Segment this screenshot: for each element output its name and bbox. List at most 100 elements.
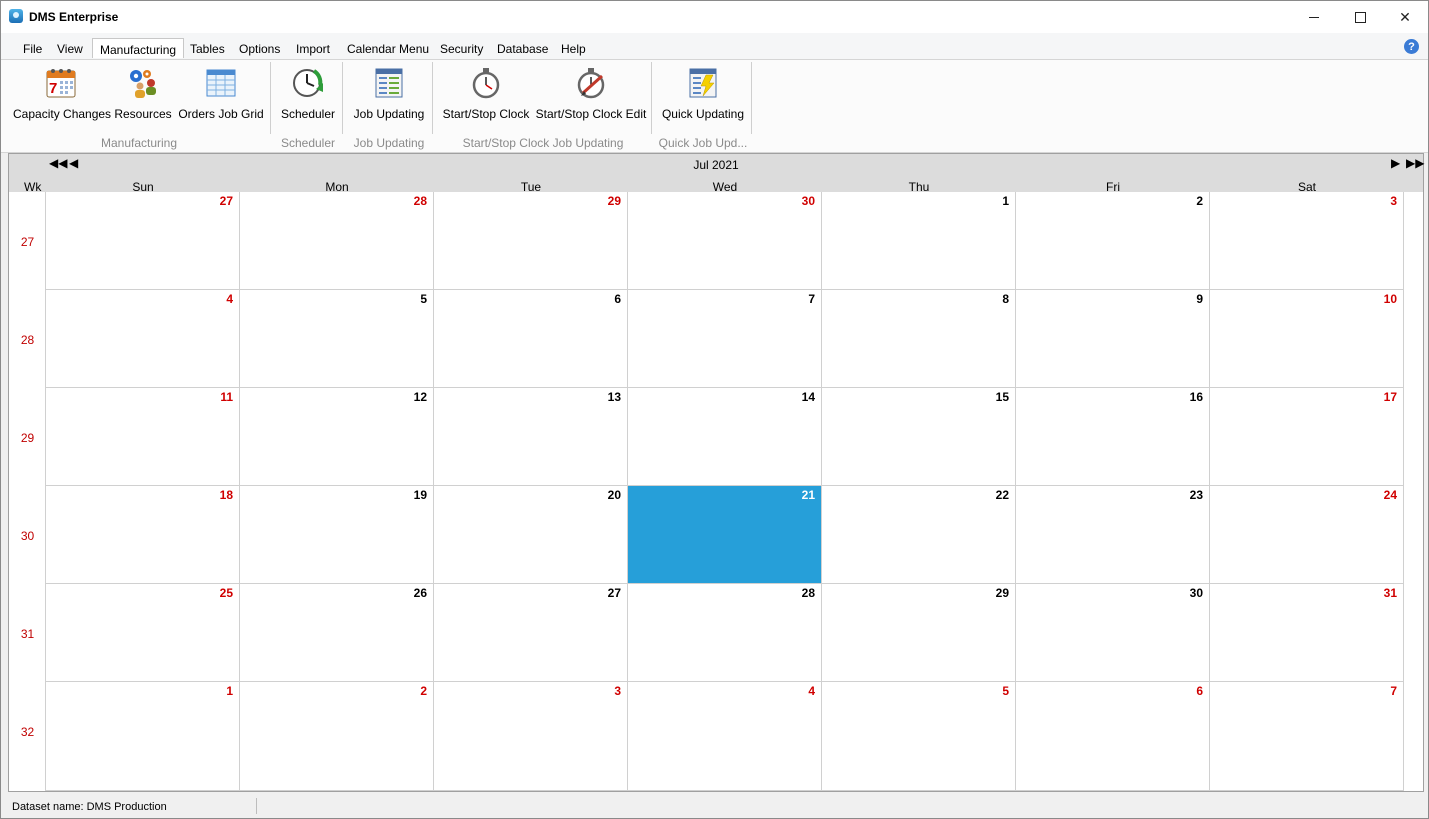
- day-number: 3: [1390, 194, 1397, 208]
- minimize-button[interactable]: [1291, 1, 1337, 33]
- day-number: 6: [1196, 684, 1203, 698]
- start-stop-clock-edit-label: Start/Stop Clock Edit: [535, 107, 647, 121]
- day-cell[interactable]: 7: [628, 290, 822, 388]
- day-cell[interactable]: 31: [1210, 584, 1404, 682]
- menu-security[interactable]: Security: [440, 42, 483, 56]
- next-month-icon[interactable]: ▶: [1391, 156, 1400, 170]
- day-cell[interactable]: 28: [628, 584, 822, 682]
- job-updating-button[interactable]: Job Updating: [349, 60, 429, 136]
- day-number: 25: [219, 586, 233, 600]
- start-stop-clock-label: Start/Stop Clock: [442, 107, 530, 121]
- menu-view[interactable]: View: [57, 42, 83, 56]
- day-cell[interactable]: 16: [1016, 388, 1210, 486]
- day-cell[interactable]: 30: [1016, 584, 1210, 682]
- day-cell[interactable]: 11: [46, 388, 240, 486]
- start-stop-clock-edit-button[interactable]: Start/Stop Clock Edit: [535, 60, 647, 136]
- scheduler-clock-icon: [293, 69, 323, 97]
- orders-job-grid-label: Orders Job Grid: [178, 107, 264, 121]
- menu-calendar[interactable]: Calendar Menu: [347, 42, 429, 56]
- day-cell[interactable]: 13: [434, 388, 628, 486]
- day-cell[interactable]: 6: [434, 290, 628, 388]
- day-cell[interactable]: 14: [628, 388, 822, 486]
- week-number: 31: [20, 627, 35, 641]
- group-separator: [651, 62, 652, 134]
- prev-year-icon[interactable]: ◀◀: [49, 156, 67, 170]
- day-number: 18: [219, 488, 233, 502]
- scheduler-button[interactable]: Scheduler: [277, 60, 339, 136]
- day-number: 7: [1390, 684, 1397, 698]
- menu-import[interactable]: Import: [296, 42, 330, 56]
- stopwatch-icon: [472, 68, 500, 99]
- window-title: DMS Enterprise: [29, 10, 119, 24]
- day-cell[interactable]: 25: [46, 584, 240, 682]
- capacity-changes-button[interactable]: 7 Capacity Changes: [13, 60, 111, 136]
- day-number: 22: [995, 488, 1009, 502]
- menu-help[interactable]: Help: [561, 42, 586, 56]
- day-number: 28: [801, 586, 815, 600]
- menu-manufacturing[interactable]: Manufacturing: [92, 38, 185, 58]
- orders-job-grid-button[interactable]: Orders Job Grid: [177, 60, 265, 136]
- day-cell[interactable]: 7: [1210, 682, 1404, 791]
- calendar-icon-day: 7: [49, 80, 57, 97]
- day-cell[interactable]: 15: [822, 388, 1016, 486]
- day-number: 31: [1383, 586, 1397, 600]
- day-cell[interactable]: 29: [434, 192, 628, 290]
- close-button[interactable]: ✕: [1382, 1, 1428, 33]
- day-cell[interactable]: 20: [434, 486, 628, 584]
- week-number: 27: [20, 235, 35, 249]
- day-cell[interactable]: 2: [1016, 192, 1210, 290]
- menu-options[interactable]: Options: [239, 42, 280, 56]
- day-cell[interactable]: 4: [46, 290, 240, 388]
- day-cell[interactable]: 23: [1016, 486, 1210, 584]
- day-cell[interactable]: 6: [1016, 682, 1210, 791]
- day-number: 10: [1383, 292, 1397, 306]
- start-stop-clock-button[interactable]: Start/Stop Clock: [439, 60, 533, 136]
- quick-updating-button[interactable]: Quick Updating: [657, 60, 749, 136]
- day-number: 5: [1002, 684, 1009, 698]
- day-cell[interactable]: 1: [46, 682, 240, 791]
- month-calendar: Jul 2021 ◀◀ ◀ ▶ ▶▶ Wk Sun Mon Tue Wed Th…: [8, 153, 1424, 792]
- day-cell[interactable]: 1: [822, 192, 1016, 290]
- resources-gears-icon: [130, 70, 156, 98]
- week-number: 32: [20, 725, 35, 739]
- help-icon[interactable]: ?: [1404, 39, 1419, 54]
- maximize-button[interactable]: [1337, 1, 1383, 33]
- day-cell[interactable]: 19: [240, 486, 434, 584]
- day-cell[interactable]: 26: [240, 584, 434, 682]
- day-cell[interactable]: 27: [46, 192, 240, 290]
- day-cell[interactable]: 30: [628, 192, 822, 290]
- day-cell-selected[interactable]: 21: [628, 486, 822, 584]
- menu-database[interactable]: Database: [497, 42, 548, 56]
- day-cell[interactable]: 10: [1210, 290, 1404, 388]
- resources-button[interactable]: Resources: [113, 60, 173, 136]
- prev-month-icon[interactable]: ◀: [69, 156, 78, 170]
- day-cell[interactable]: 3: [434, 682, 628, 791]
- day-cell[interactable]: 28: [240, 192, 434, 290]
- day-cell[interactable]: 22: [822, 486, 1016, 584]
- day-number: 2: [1196, 194, 1203, 208]
- day-cell[interactable]: 12: [240, 388, 434, 486]
- day-cell[interactable]: 4: [628, 682, 822, 791]
- day-cell[interactable]: 8: [822, 290, 1016, 388]
- stopwatch-edit-icon: [577, 68, 605, 99]
- day-cell[interactable]: 5: [822, 682, 1016, 791]
- day-cell[interactable]: 17: [1210, 388, 1404, 486]
- calendar-icon: 7: [46, 69, 76, 98]
- day-cell[interactable]: 2: [240, 682, 434, 791]
- day-cell[interactable]: 29: [822, 584, 1016, 682]
- menu-tables[interactable]: Tables: [190, 42, 225, 56]
- job-list-icon: [375, 68, 403, 98]
- app-window: DMS Enterprise ✕ File View Manufacturing…: [0, 0, 1429, 819]
- day-number: 2: [420, 684, 427, 698]
- close-icon: ✕: [1399, 8, 1411, 25]
- day-number: 1: [226, 684, 233, 698]
- day-cell[interactable]: 9: [1016, 290, 1210, 388]
- day-cell[interactable]: 24: [1210, 486, 1404, 584]
- day-number: 21: [801, 488, 815, 502]
- day-cell[interactable]: 18: [46, 486, 240, 584]
- day-cell[interactable]: 27: [434, 584, 628, 682]
- menu-file[interactable]: File: [23, 42, 42, 56]
- next-year-icon[interactable]: ▶▶: [1406, 156, 1424, 170]
- day-cell[interactable]: 3: [1210, 192, 1404, 290]
- day-cell[interactable]: 5: [240, 290, 434, 388]
